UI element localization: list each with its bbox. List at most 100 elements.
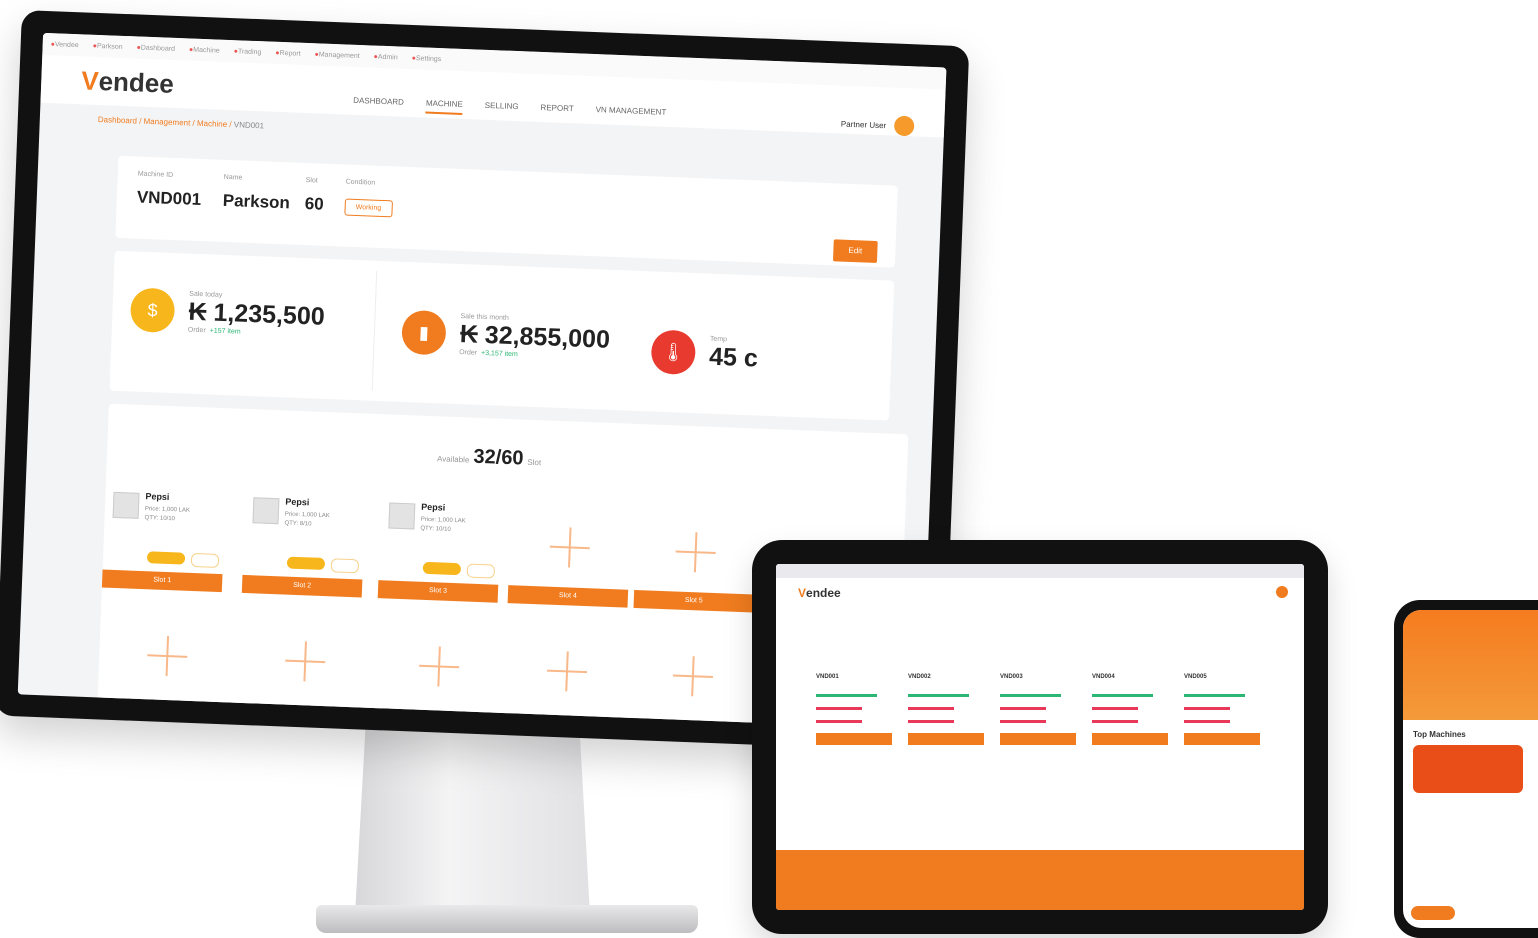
tablet-logo-text: endee: [806, 586, 841, 600]
bookmark[interactable]: Management: [314, 51, 360, 60]
slot-edit-pill[interactable]: [146, 551, 186, 565]
tablet-machine-card[interactable]: VND001: [816, 674, 892, 745]
phone-home-button[interactable]: [1411, 906, 1455, 920]
image-placeholder-icon: [252, 497, 280, 525]
logo-text: endee: [98, 65, 175, 99]
slot-footer[interactable]: Slot 2: [241, 574, 363, 598]
available-label: Available: [436, 454, 470, 465]
tablet-machine-columns: VND001 VND002 VND003 VND004 VND005: [816, 674, 1260, 745]
add-slot-plus-icon[interactable]: [418, 646, 460, 688]
phone-promo-card[interactable]: [1413, 745, 1523, 793]
slot-product-meta: Price: 1,000 LAK QTY: 8/10: [284, 511, 330, 528]
progress-bar: [908, 707, 954, 710]
slot-footer[interactable]: Slot 4: [507, 585, 629, 608]
slot-card[interactable]: Pepsi Price: 1,000 LAK QTY: 10/10 Slot 3: [377, 492, 504, 607]
machine-name-value: Parkson: [222, 190, 291, 213]
tablet-machine-card[interactable]: VND005: [1184, 674, 1260, 745]
slot-remove-pill[interactable]: [190, 552, 220, 568]
tablet-footer: [776, 850, 1304, 910]
nav-selling[interactable]: SELLING: [484, 100, 519, 116]
tablet-card-button[interactable]: [1000, 733, 1076, 745]
progress-bar: [1092, 694, 1153, 697]
tablet-machine-card[interactable]: VND003: [1000, 674, 1076, 745]
tablet-card-button[interactable]: [1092, 733, 1168, 745]
add-slot-plus-icon[interactable]: [672, 655, 714, 697]
add-slot-plus-icon[interactable]: [549, 527, 591, 569]
add-slot-plus-icon[interactable]: [546, 651, 588, 693]
slot-product-name: Pepsi: [145, 491, 170, 503]
bookmark[interactable]: Settings: [412, 54, 442, 63]
breadcrumb-path[interactable]: Dashboard / Management / Machine /: [98, 115, 234, 129]
add-slot-plus-icon[interactable]: [147, 635, 189, 677]
slot-card-empty[interactable]: Slot 5: [633, 502, 759, 617]
nav-vn-management[interactable]: VN MANAGEMENT: [595, 105, 667, 123]
progress-bar: [1000, 720, 1046, 723]
slot-card[interactable]: Pepsi Price: 1,000 LAK QTY: 10/10 Slot 1: [101, 482, 228, 597]
tablet-card-button[interactable]: [908, 733, 984, 745]
tablet-avatar[interactable]: [1276, 586, 1288, 598]
phone-header: [1403, 610, 1538, 720]
stat-temp-value: 45 c: [708, 342, 759, 373]
avatar[interactable]: [893, 115, 915, 137]
tablet-browser-tabs: [776, 564, 1304, 578]
nav-report[interactable]: REPORT: [540, 102, 574, 118]
stat-total-order-label: Order: [459, 348, 478, 357]
progress-bar: [1184, 720, 1230, 723]
slot-product-name: Pepsi: [421, 501, 446, 513]
progress-bar: [816, 707, 862, 710]
slot-footer[interactable]: Slot 3: [377, 580, 499, 603]
add-slot-plus-icon[interactable]: [284, 641, 326, 683]
vendee-logo[interactable]: Vendee: [81, 65, 175, 100]
stat-total-delta: +3,157 item: [480, 349, 518, 358]
available-unit: Slot: [527, 457, 542, 468]
monitor-base: [316, 905, 698, 933]
tablet-vendee-logo[interactable]: Vendee: [798, 586, 841, 600]
stat-sale-today: $ Sale today ₭ 1,235,500 Order +157 item: [129, 287, 326, 338]
tablet-machine-card[interactable]: VND004: [1092, 674, 1168, 745]
bookmark[interactable]: Dashboard: [136, 44, 175, 52]
tablet-machine-title: VND005: [1184, 674, 1207, 680]
available-value: 32/60: [473, 445, 524, 470]
slot-edit-pill[interactable]: [422, 561, 462, 576]
slot-remove-pill[interactable]: [330, 558, 360, 574]
condition-badge: Working: [344, 198, 393, 218]
nav-machine[interactable]: MACHINE: [425, 98, 463, 115]
bookmark[interactable]: Parkson: [93, 42, 123, 50]
image-placeholder-icon: [112, 491, 140, 519]
slot-product-meta: Price: 1,000 LAK QTY: 10/10: [420, 516, 466, 533]
machine-id-label: Machine ID: [137, 170, 174, 179]
stat-today-delta: +157 item: [209, 326, 241, 336]
bookmark[interactable]: Report: [275, 49, 300, 57]
stat-sale-month: ▮ Sale this month ₭ 32,855,000 Order +3,1…: [401, 309, 611, 362]
tablet-machine-title: VND001: [816, 674, 839, 680]
slot-edit-pill[interactable]: [286, 556, 326, 571]
user-menu[interactable]: Partner User: [841, 114, 915, 137]
slot-footer[interactable]: Slot 5: [633, 589, 755, 613]
tablet-machine-title: VND003: [1000, 674, 1023, 680]
phone-screen: Top Machines: [1403, 610, 1538, 928]
tablet-machine-card[interactable]: VND002: [908, 674, 984, 745]
tablet-card-button[interactable]: [1184, 733, 1260, 745]
sales-icon: ▮: [401, 309, 447, 356]
add-slot-plus-icon[interactable]: [675, 532, 717, 574]
machine-info-card: Machine ID VND001 Name Parkson Slot 60 C…: [115, 155, 898, 268]
tablet-card-button[interactable]: [816, 733, 892, 745]
slot-card[interactable]: Pepsi Price: 1,000 LAK QTY: 8/10 Slot 2: [241, 487, 368, 602]
machine-id-field: Machine ID VND001: [137, 171, 203, 210]
slot-footer[interactable]: Slot 1: [101, 569, 223, 593]
image-placeholder-icon: [388, 502, 416, 530]
slot-card-empty[interactable]: Slot 4: [507, 497, 633, 612]
machine-condition-label: Condition: [345, 178, 376, 187]
progress-bar: [816, 694, 877, 697]
edit-button[interactable]: Edit: [832, 239, 878, 264]
bookmark[interactable]: Machine: [189, 46, 220, 54]
logo-mark: V: [80, 64, 100, 96]
bookmark[interactable]: Admin: [373, 53, 398, 61]
bookmark[interactable]: Vendee: [51, 41, 79, 49]
bookmark[interactable]: Trading: [234, 48, 262, 56]
machine-slot-field: Slot 60: [304, 177, 324, 215]
machine-slot-label: Slot: [305, 177, 318, 185]
slot-remove-pill[interactable]: [466, 563, 496, 579]
progress-bar: [1092, 707, 1138, 710]
nav-dashboard[interactable]: DASHBOARD: [353, 95, 404, 112]
